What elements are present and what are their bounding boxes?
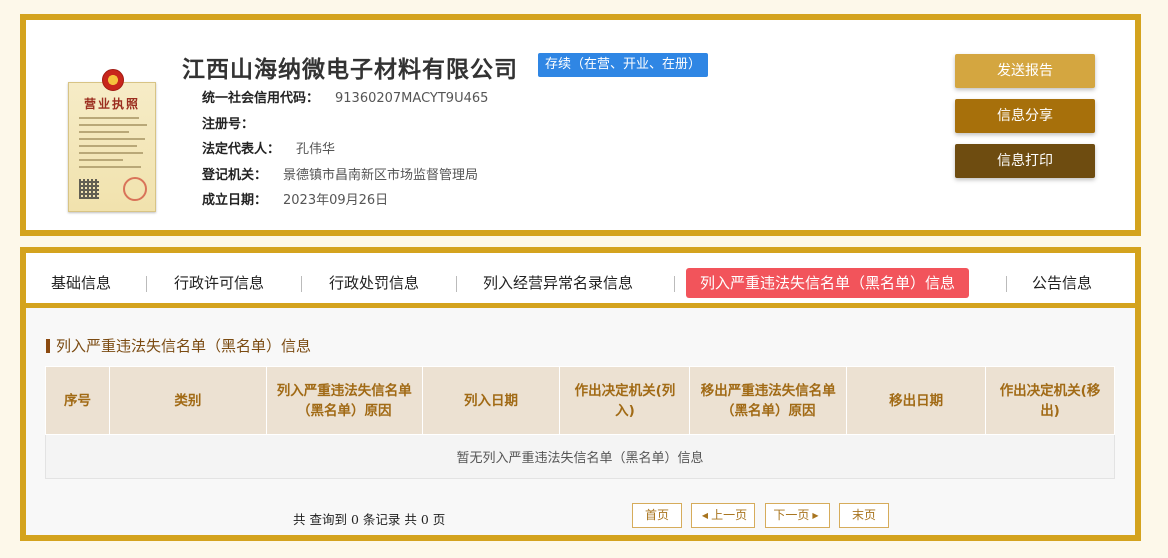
share-info-button[interactable]: 信息分享 xyxy=(955,99,1095,133)
license-title: 营业执照 xyxy=(83,97,140,111)
table-row: 暂无列入严重违法失信名单（黑名单）信息 xyxy=(45,434,1115,479)
print-info-button[interactable]: 信息打印 xyxy=(955,144,1095,178)
column-header: 列入日期 xyxy=(421,366,561,435)
detail-panel: 基础信息 行政许可信息 行政处罚信息 列入经营异常名录信息 列入严重违法失信名单… xyxy=(20,247,1141,541)
tab-separator xyxy=(1006,276,1007,292)
tab-blacklist[interactable]: 列入严重违法失信名单（黑名单）信息 xyxy=(686,268,970,298)
tab-admin-license[interactable]: 行政许可信息 xyxy=(174,268,264,298)
info-row-legal-rep: 法定代表人： 孔伟华 xyxy=(202,142,336,157)
tab-bar: 基础信息 行政许可信息 行政处罚信息 列入经营异常名录信息 列入严重违法失信名单… xyxy=(26,253,1135,308)
tab-separator xyxy=(146,276,147,292)
tab-abnormal-operation[interactable]: 列入经营异常名录信息 xyxy=(483,268,633,298)
first-page-button[interactable]: 首页 xyxy=(632,503,682,528)
company-info: 统一社会信用代码： 91360207MACYT9U465 注册号： 法定代表人：孔… xyxy=(202,86,488,214)
empty-message: 暂无列入严重违法失信名单（黑名单）信息 xyxy=(45,434,1115,479)
tab-admin-penalty[interactable]: 行政处罚信息 xyxy=(329,268,419,298)
column-header: 列入严重违法失信名单（黑名单）原因 xyxy=(265,366,423,435)
tab-separator xyxy=(674,276,675,292)
company-card: 营业执照 江西山海纳微电子材料有限公司 存续（在营、开业、在册） 统一社会信用代… xyxy=(20,14,1141,236)
info-row-reg-authority: 登记机关： 景德镇市昌南新区市场监督管理局 xyxy=(202,167,479,183)
tab-announcements[interactable]: 公告信息 xyxy=(1032,268,1092,298)
seal-stamp-icon xyxy=(123,177,147,201)
record-summary: 共 查询到 0 条记录 共 0 页 xyxy=(293,512,446,527)
send-report-button[interactable]: 发送报告 xyxy=(955,54,1095,88)
national-emblem-icon xyxy=(102,69,124,91)
section-title: 列入严重违法失信名单（黑名单）信息 xyxy=(46,337,311,355)
blacklist-table: 序号 类别 列入严重违法失信名单（黑名单）原因 列入日期 作出决定机关(列入) … xyxy=(45,366,1115,479)
info-row-established-date: 成立日期： 2023年09月26日 xyxy=(202,193,389,208)
chevron-left-icon: ◀ xyxy=(701,511,709,520)
last-page-button[interactable]: 末页 xyxy=(839,503,889,528)
column-header: 移出严重违法失信名单（黑名单）原因 xyxy=(689,366,848,435)
qr-code-icon xyxy=(79,179,99,199)
tab-separator xyxy=(301,276,302,292)
next-page-button[interactable]: 下一页 ▶ xyxy=(765,503,830,528)
info-row-reg-number: 注册号： xyxy=(202,116,255,132)
column-header: 序号 xyxy=(45,366,110,435)
company-name: 江西山海纳微电子材料有限公司 xyxy=(182,56,518,83)
status-badge: 存续（在营、开业、在册） xyxy=(538,53,709,77)
business-license-image: 营业执照 xyxy=(68,69,156,212)
tab-basic-info[interactable]: 基础信息 xyxy=(51,268,111,298)
chevron-right-icon: ▶ xyxy=(812,511,819,520)
table-header-row: 序号 类别 列入严重违法失信名单（黑名单）原因 列入日期 作出决定机关(列入) … xyxy=(45,366,1115,435)
column-header: 作出决定机关(移出) xyxy=(985,366,1115,435)
column-header: 作出决定机关(列入) xyxy=(559,366,691,435)
column-header: 类别 xyxy=(108,366,267,435)
prev-page-button[interactable]: ◀ 上一页 xyxy=(691,503,755,528)
column-header: 移出日期 xyxy=(846,366,987,435)
tab-separator xyxy=(456,276,457,292)
info-row-credit-code: 统一社会信用代码： 91360207MACYT9U465 xyxy=(202,91,489,106)
